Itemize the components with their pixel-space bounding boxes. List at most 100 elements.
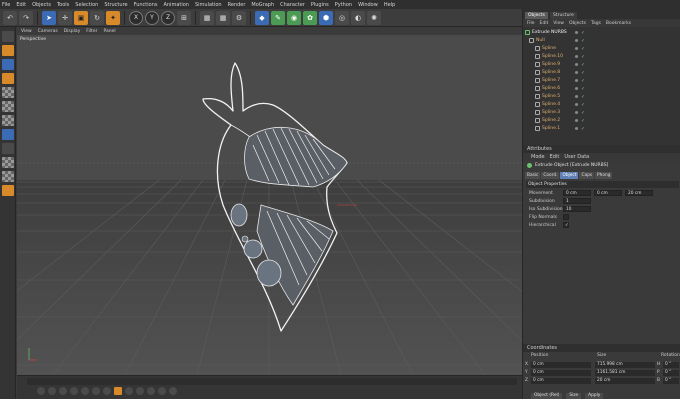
rotation-b-field[interactable]: 0 ° [663,378,679,384]
go-to-end-icon[interactable] [103,387,111,395]
texture-mode-icon[interactable] [1,59,14,70]
list-item[interactable]: Spline ✓ [523,45,680,53]
deformer-icon[interactable]: ⬢ [319,10,333,25]
list-item[interactable]: Spline.8 ✓ [523,69,680,77]
om-menu-view[interactable]: View [553,21,564,26]
recent-tool-icon[interactable]: ✦ [106,10,120,25]
menu-edit[interactable]: Edit [16,2,26,8]
workplane-mode-icon[interactable] [1,73,14,84]
flip-normals-checkbox[interactable] [563,214,569,220]
tab-coord[interactable]: Coord. [541,172,560,179]
visibility-dot[interactable] [575,71,578,74]
pen-spline-icon[interactable]: ✎ [271,10,285,25]
enabled-check-icon[interactable]: ✓ [581,70,585,76]
visibility-dot[interactable] [575,47,578,50]
menu-plugins[interactable]: Plugins [311,2,329,8]
position-key-icon[interactable] [147,387,155,395]
size-y-field[interactable]: 1161.581 cm [595,370,655,376]
camera-icon[interactable]: ◐ [351,10,365,25]
autokey-icon[interactable] [125,387,133,395]
visibility-dot[interactable] [575,95,578,98]
tab-basic[interactable]: Basic [525,172,541,179]
render-picture-viewer-icon[interactable]: ▦ [216,10,230,25]
y-axis-lock-button[interactable]: Y [145,10,159,25]
scale-key-icon[interactable] [158,387,166,395]
points-mode-icon[interactable] [1,87,14,98]
next-key-icon[interactable] [92,387,100,395]
list-item[interactable]: Spline.6 ✓ [523,85,680,93]
hierarchical-checkbox[interactable]: ✓ [563,222,569,228]
visibility-dot[interactable] [575,55,578,58]
environment-icon[interactable]: ◎ [335,10,349,25]
enabled-check-icon[interactable]: ✓ [581,110,585,116]
scale-tool-icon[interactable]: ▣ [74,10,88,25]
apply-button[interactable]: Apply [585,393,604,399]
visibility-dot[interactable] [575,119,578,122]
tweak-mode-icon[interactable] [1,143,14,154]
om-menu-objects[interactable]: Objects [569,21,586,26]
enabled-check-icon[interactable]: ✓ [581,86,585,92]
rotation-key-icon[interactable] [169,387,177,395]
visibility-dot[interactable] [575,31,578,34]
position-x-field[interactable]: 0 cm [531,362,591,368]
movement-y-field[interactable]: 0 cm [594,190,622,196]
om-menu-file[interactable]: File [527,21,535,26]
coordinate-mode-dropdown[interactable]: Object (Rel) [531,393,563,399]
go-to-start-icon[interactable] [37,387,45,395]
attr-menu-user-data[interactable]: User Data [564,154,589,160]
subdivision-surface-icon[interactable]: ◉ [287,10,301,25]
enabled-check-icon[interactable]: ✓ [581,38,585,44]
viewport-menu-cameras[interactable]: Cameras [38,29,58,34]
timeline-ruler[interactable] [27,378,517,385]
array-generator-icon[interactable]: ✿ [303,10,317,25]
attr-menu-mode[interactable]: Mode [531,154,545,160]
enabled-check-icon[interactable]: ✓ [581,118,585,124]
next-frame-icon[interactable] [81,387,89,395]
position-z-field[interactable]: 0 cm [531,378,591,384]
list-item[interactable]: Spline.4 ✓ [523,101,680,109]
record-keyframe-icon[interactable] [114,387,122,395]
keyframe-selection-icon[interactable] [136,387,144,395]
menu-mograph[interactable]: MoGraph [251,2,274,8]
menu-window[interactable]: Window [358,2,378,8]
size-x-field[interactable]: 715.998 cm [595,362,655,368]
om-menu-tags[interactable]: Tags [591,21,601,26]
list-item[interactable]: Spline.1 ✓ [523,125,680,133]
enabled-check-icon[interactable]: ✓ [581,30,585,36]
menu-help[interactable]: Help [384,2,395,8]
viewport-menu-view[interactable]: View [21,29,32,34]
list-item[interactable]: Null ✓ [523,37,680,45]
menu-simulation[interactable]: Simulation [195,2,222,8]
enabled-check-icon[interactable]: ✓ [581,94,585,100]
3d-viewport[interactable]: Perspective [17,35,522,375]
movement-z-field[interactable]: 20 cm [625,190,653,196]
size-mode-dropdown[interactable]: Size [566,393,582,399]
visibility-dot[interactable] [575,103,578,106]
visibility-dot[interactable] [575,39,578,42]
movement-x-field[interactable]: 0 cm [563,190,591,196]
viewport-menu-display[interactable]: Display [64,29,81,34]
play-icon[interactable] [70,387,78,395]
enabled-check-icon[interactable]: ✓ [581,102,585,108]
x-axis-lock-button[interactable]: X [129,10,143,25]
enabled-check-icon[interactable]: ✓ [581,46,585,52]
om-menu-bookmarks[interactable]: Bookmarks [606,21,631,26]
redo-icon[interactable]: ↷ [19,10,33,25]
menu-animation[interactable]: Animation [163,2,189,8]
position-y-field[interactable]: 0 cm [531,370,591,376]
list-item[interactable]: Spline.2 ✓ [523,117,680,125]
menu-render[interactable]: Render [228,2,246,8]
list-item[interactable]: Spline.7 ✓ [523,77,680,85]
select-tool-icon[interactable]: ➤ [42,10,56,25]
coordinate-system-icon[interactable]: ⊞ [177,10,191,25]
previous-frame-icon[interactable] [59,387,67,395]
cube-primitive-icon[interactable]: ◆ [255,10,269,25]
visibility-dot[interactable] [575,63,578,66]
light-icon[interactable]: ✺ [367,10,381,25]
menu-python[interactable]: Python [335,2,352,8]
visibility-dot[interactable] [575,87,578,90]
subdivision-field[interactable]: 1 [563,198,591,204]
tab-structure[interactable]: Structure [550,12,577,19]
rotate-tool-icon[interactable]: ↻ [90,10,104,25]
enabled-check-icon[interactable]: ✓ [581,62,585,68]
